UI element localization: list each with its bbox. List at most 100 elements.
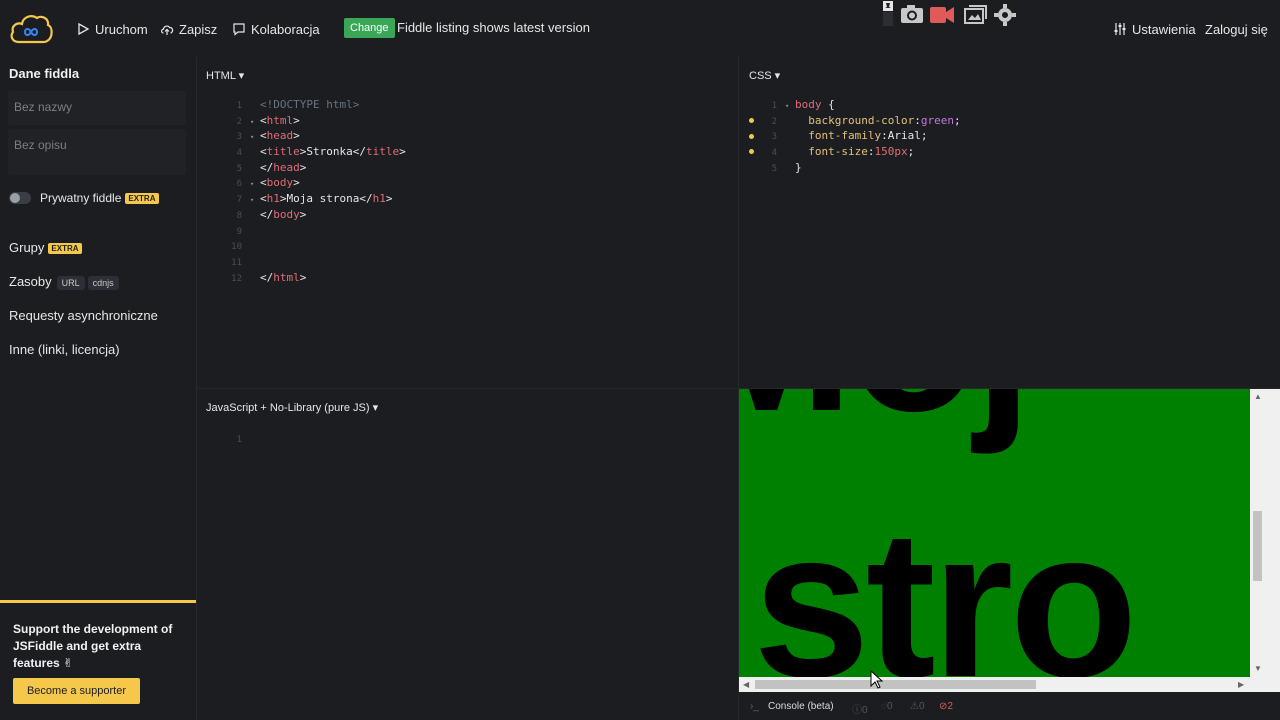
code-line[interactable]: 2 ▾ <html> (226, 113, 406, 129)
code-token: :Arial; (881, 129, 928, 143)
code-token: >Moja strona</ (279, 192, 373, 206)
fiddle-description-input[interactable]: Bez opisu (8, 129, 186, 175)
horizontal-scrollbar[interactable]: ◀ ▶ (739, 677, 1250, 692)
warning-count-value: 0 (918, 701, 925, 712)
run-button[interactable]: Uruchom (76, 19, 148, 39)
console-log-count: ◌0 (881, 701, 893, 712)
code-line[interactable]: 12 </html> (226, 270, 406, 286)
code-token: 150px (874, 145, 908, 159)
line-number: 5 (771, 163, 777, 174)
code-line[interactable]: 3 ▾ <head> (226, 128, 406, 144)
js-editor[interactable]: 1 (226, 431, 260, 447)
code-token: title (266, 145, 300, 159)
sidebar-item-ajax[interactable]: Requesty asynchroniczne (9, 308, 158, 323)
chat-bubble-icon (233, 23, 245, 36)
code-line[interactable]: 6 ▾ <body> (226, 175, 406, 191)
gallery-icon[interactable] (964, 5, 987, 24)
line-number: 12 (231, 273, 242, 284)
login-button[interactable]: Zaloguj się (1205, 19, 1268, 39)
support-text: Support the development of JSFiddle and … (13, 622, 173, 670)
code-token: > (293, 129, 300, 143)
code-line[interactable]: 3 font-family:Arial; (761, 128, 961, 144)
code-line[interactable]: 10 (226, 238, 406, 254)
code-token: > (299, 270, 307, 284)
mouse-cursor-icon (870, 670, 884, 689)
code-line[interactable]: 4 font-size:150px; (761, 144, 961, 160)
code-token: body (273, 207, 300, 221)
private-fiddle-label: Prywatny fiddle EXTRA (40, 191, 159, 205)
code-line[interactable]: 1 (226, 431, 260, 447)
vertical-scrollbar[interactable]: ▲ ▼ (1250, 389, 1265, 677)
css-panel: CSS ▾ 1 ▾ body {2 background-color:green; 3… (739, 57, 1280, 388)
scroll-down-icon[interactable]: ▼ (1254, 664, 1262, 673)
code-token: > (299, 160, 307, 174)
change-badge[interactable]: Change (344, 18, 395, 38)
code-line[interactable]: 2 background-color:green; (761, 113, 961, 129)
settings-label: Ustawienia (1132, 21, 1196, 37)
code-token: body (795, 98, 822, 111)
play-icon (78, 22, 90, 36)
cloud-upload-icon (161, 25, 174, 35)
video-record-icon[interactable] (930, 7, 954, 23)
css-panel-label[interactable]: CSS ▾ (749, 69, 780, 82)
console-label[interactable]: Console (beta) (768, 701, 834, 712)
code-token: < (260, 129, 267, 143)
scroll-right-icon[interactable]: ▶ (1238, 680, 1244, 689)
camera-icon[interactable] (901, 5, 923, 23)
code-line[interactable]: 8 </body> (226, 207, 406, 223)
code-line[interactable]: 7 ▾ <h1>Moja strona</h1> (226, 191, 406, 207)
sidebar-item-other[interactable]: Inne (linki, licencja) (9, 342, 120, 357)
html-editor[interactable]: 1 <!DOCTYPE html> 2 ▾ <html> 3 ▾ <head> 4 <title>… (226, 97, 406, 285)
code-token: font-family (808, 129, 882, 143)
private-toggle[interactable] (9, 192, 31, 204)
code-token: html (266, 113, 294, 127)
gear-icon[interactable] (994, 4, 1016, 26)
sliders-icon (1114, 23, 1126, 35)
scroll-up-icon[interactable]: ▲ (1254, 392, 1262, 401)
result-page: Moj stro (739, 389, 1250, 677)
change-notice[interactable]: Fiddle listing shows latest version (397, 20, 590, 35)
css-editor[interactable]: 1 ▾ body {2 background-color:green; 3 font-… (761, 97, 961, 175)
sidebar-title: Dane fiddla (9, 66, 80, 81)
screen-recorder-toolbar (883, 1, 1016, 26)
code-line[interactable]: 4 <title>Stronka</title> (226, 144, 406, 160)
cdnjs-tag[interactable]: cdnjs (87, 275, 119, 290)
extra-badge: EXTRA (125, 193, 159, 205)
code-token: > (293, 176, 300, 190)
code-line[interactable]: 9 (226, 223, 406, 239)
js-panel-label[interactable]: JavaScript + No-Library (pure JS) ▾ (206, 401, 378, 414)
save-button[interactable]: Zapisz (160, 19, 217, 39)
code-line[interactable]: 5} (761, 160, 961, 176)
fiddle-name-input[interactable]: Bez nazwy (8, 91, 186, 125)
sidebar-item-resources[interactable]: Zasoby URL cdnjs (9, 274, 119, 290)
code-token: < (260, 113, 267, 127)
html-panel-label[interactable]: HTML ▾ (206, 69, 244, 82)
vertical-scroll-thumb[interactable] (1253, 511, 1262, 581)
code-line[interactable]: 11 (226, 254, 406, 270)
warning-dot (749, 118, 754, 123)
jsfiddle-logo-icon[interactable] (9, 12, 53, 46)
url-tag[interactable]: URL (56, 275, 85, 290)
code-token: </ (260, 270, 274, 284)
code-token: ; (907, 145, 915, 159)
code-line[interactable]: 5 </head> (226, 160, 406, 176)
code-line[interactable]: 1 ▾ body { (761, 97, 961, 113)
code-token: html (273, 270, 300, 284)
settings-button[interactable]: Ustawienia (1113, 19, 1196, 39)
code-token: ; (953, 113, 961, 127)
code-line[interactable]: 1 <!DOCTYPE html> (226, 97, 406, 113)
pin-icon[interactable] (883, 1, 893, 26)
result-frame[interactable]: Moj stro ▲ ▼ ◀ ▶ (739, 389, 1280, 692)
become-supporter-button[interactable]: Become a supporter (13, 678, 140, 704)
scroll-left-icon[interactable]: ◀ (743, 680, 749, 689)
html-panel: HTML ▾ 1 <!DOCTYPE html> 2 ▾ <html> 3 ▾ <head> 4… (196, 57, 738, 388)
code-token: > (399, 145, 406, 159)
console-bar[interactable]: ›_ Console (beta) ⓘ0 ◌0 ⚠0 ⊘2 (739, 692, 1280, 720)
code-token: green (920, 113, 954, 127)
log-count-value: 0 (886, 701, 893, 712)
horizontal-scroll-thumb[interactable] (755, 680, 1036, 689)
sidebar-item-groups[interactable]: Grupy EXTRA (9, 240, 82, 255)
code-token: <!DOCTYPE html> (260, 98, 360, 111)
collaborate-button[interactable]: Kolaboracja (232, 19, 320, 39)
